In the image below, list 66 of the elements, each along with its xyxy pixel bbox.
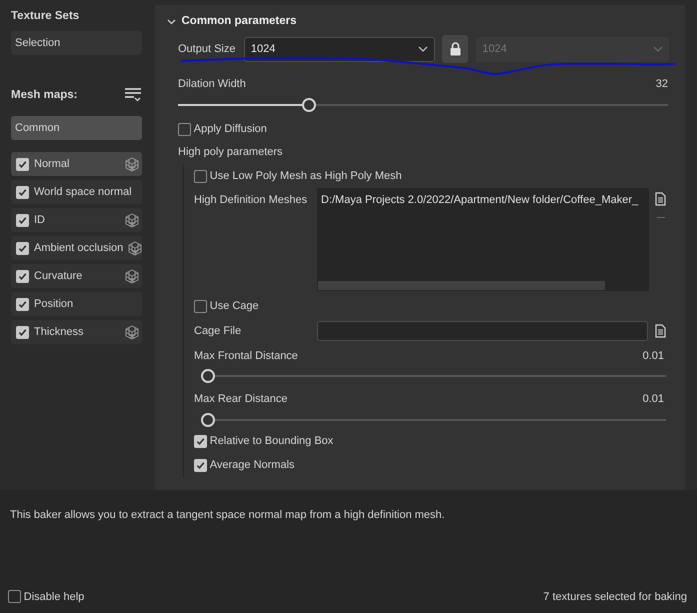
mesh-map-label: Thickness xyxy=(34,324,85,340)
chevron-icon xyxy=(418,46,428,52)
field-label: Max Frontal Distance xyxy=(194,348,298,364)
subsection-title: High poly parameters xyxy=(178,145,284,160)
help-text: This baker allows you to extract a tangent space normal map from a high definition mesh. xyxy=(10,508,446,523)
checkbox-label: Disable help xyxy=(24,590,84,604)
checkbox-label: Use Low Poly Mesh as High Poly Mesh xyxy=(210,168,402,184)
checkbox[interactable] xyxy=(8,590,21,604)
lock-button[interactable] xyxy=(442,35,468,64)
mesh-map-label: ID xyxy=(34,212,46,228)
mesh-map-item[interactable]: Position xyxy=(11,292,142,316)
mesh-map-label: Ambient occlusion xyxy=(34,240,124,256)
mesh-map-label: Curvature xyxy=(34,268,84,284)
checkbox[interactable] xyxy=(16,270,29,282)
mesh-list-field[interactable]: D:/Maya Projects 2.0/2022/Apartment/New folder/Coffee_Maker_ xyxy=(317,188,649,292)
checkbox[interactable] xyxy=(16,214,29,226)
field-label: Max Rear Distance xyxy=(194,392,288,408)
checkbox[interactable] xyxy=(194,434,207,448)
chevron-icon[interactable] xyxy=(167,18,176,25)
section-title: Mesh maps: xyxy=(11,88,78,103)
mesh-map-label: Normal xyxy=(34,156,70,172)
field-label: High Definition Meshes xyxy=(194,193,308,208)
value-reading: 0.01 xyxy=(642,392,664,408)
lock-icon xyxy=(450,42,461,56)
checkbox[interactable] xyxy=(16,298,29,310)
checkbox[interactable] xyxy=(178,122,191,136)
mesh-map-label: Position xyxy=(34,296,74,312)
value-reading: 32 xyxy=(656,77,668,92)
mesh-map-item[interactable]: Thickness xyxy=(11,320,142,344)
checkbox-label: Apply Diffusion xyxy=(194,122,267,137)
checkbox[interactable] xyxy=(194,300,207,313)
mesh-map-item[interactable]: Normal xyxy=(11,152,142,176)
checkbox[interactable] xyxy=(16,242,29,254)
mesh-map-item[interactable]: Curvature xyxy=(11,264,142,288)
mesh-map-item[interactable]: Ambient occlusion xyxy=(11,236,142,260)
panel-title: Common parameters xyxy=(182,14,297,29)
checkbox[interactable] xyxy=(16,326,29,338)
field-label: Dilation Width xyxy=(178,77,246,92)
chevron-icon xyxy=(653,46,663,52)
slider-thumb[interactable] xyxy=(201,369,215,384)
checkbox[interactable] xyxy=(16,186,29,198)
file-icon[interactable] xyxy=(655,192,666,206)
file-path: D:/Maya Projects 2.0/2022/Apartment/New folder/Coffee_Maker_ xyxy=(321,193,640,208)
filter-menu-icon[interactable] xyxy=(125,87,142,104)
checkbox[interactable] xyxy=(194,459,207,472)
mesh-map-item[interactable]: World space normal xyxy=(11,180,142,204)
texture-set-item[interactable]: Selection xyxy=(11,30,142,55)
checkbox-label: Use Cage xyxy=(210,299,259,314)
cage-file-field[interactable] xyxy=(317,320,648,341)
checkbox[interactable] xyxy=(194,170,207,182)
field-label: Cage File xyxy=(194,324,242,338)
checkbox[interactable] xyxy=(16,158,29,170)
file-icon[interactable] xyxy=(655,324,666,338)
slider-thumb[interactable] xyxy=(302,98,316,112)
status-text: 7 textures selected for baking xyxy=(543,590,687,604)
field-label: Output Size xyxy=(178,42,236,57)
slider-thumb[interactable] xyxy=(201,412,215,427)
group-item[interactable]: Common xyxy=(11,116,142,140)
scrollbar-thumb[interactable] xyxy=(318,281,605,290)
value-reading: 0.01 xyxy=(642,348,664,364)
checkbox-label: Relative to Bounding Box xyxy=(210,434,334,449)
mesh-map-label: World space normal xyxy=(34,184,133,200)
output-size-dropdown[interactable]: 1024 xyxy=(244,36,436,62)
section-title: Texture Sets xyxy=(11,9,80,24)
mesh-map-item[interactable]: ID xyxy=(11,208,142,232)
checkbox-label: Average Normals xyxy=(210,458,295,474)
